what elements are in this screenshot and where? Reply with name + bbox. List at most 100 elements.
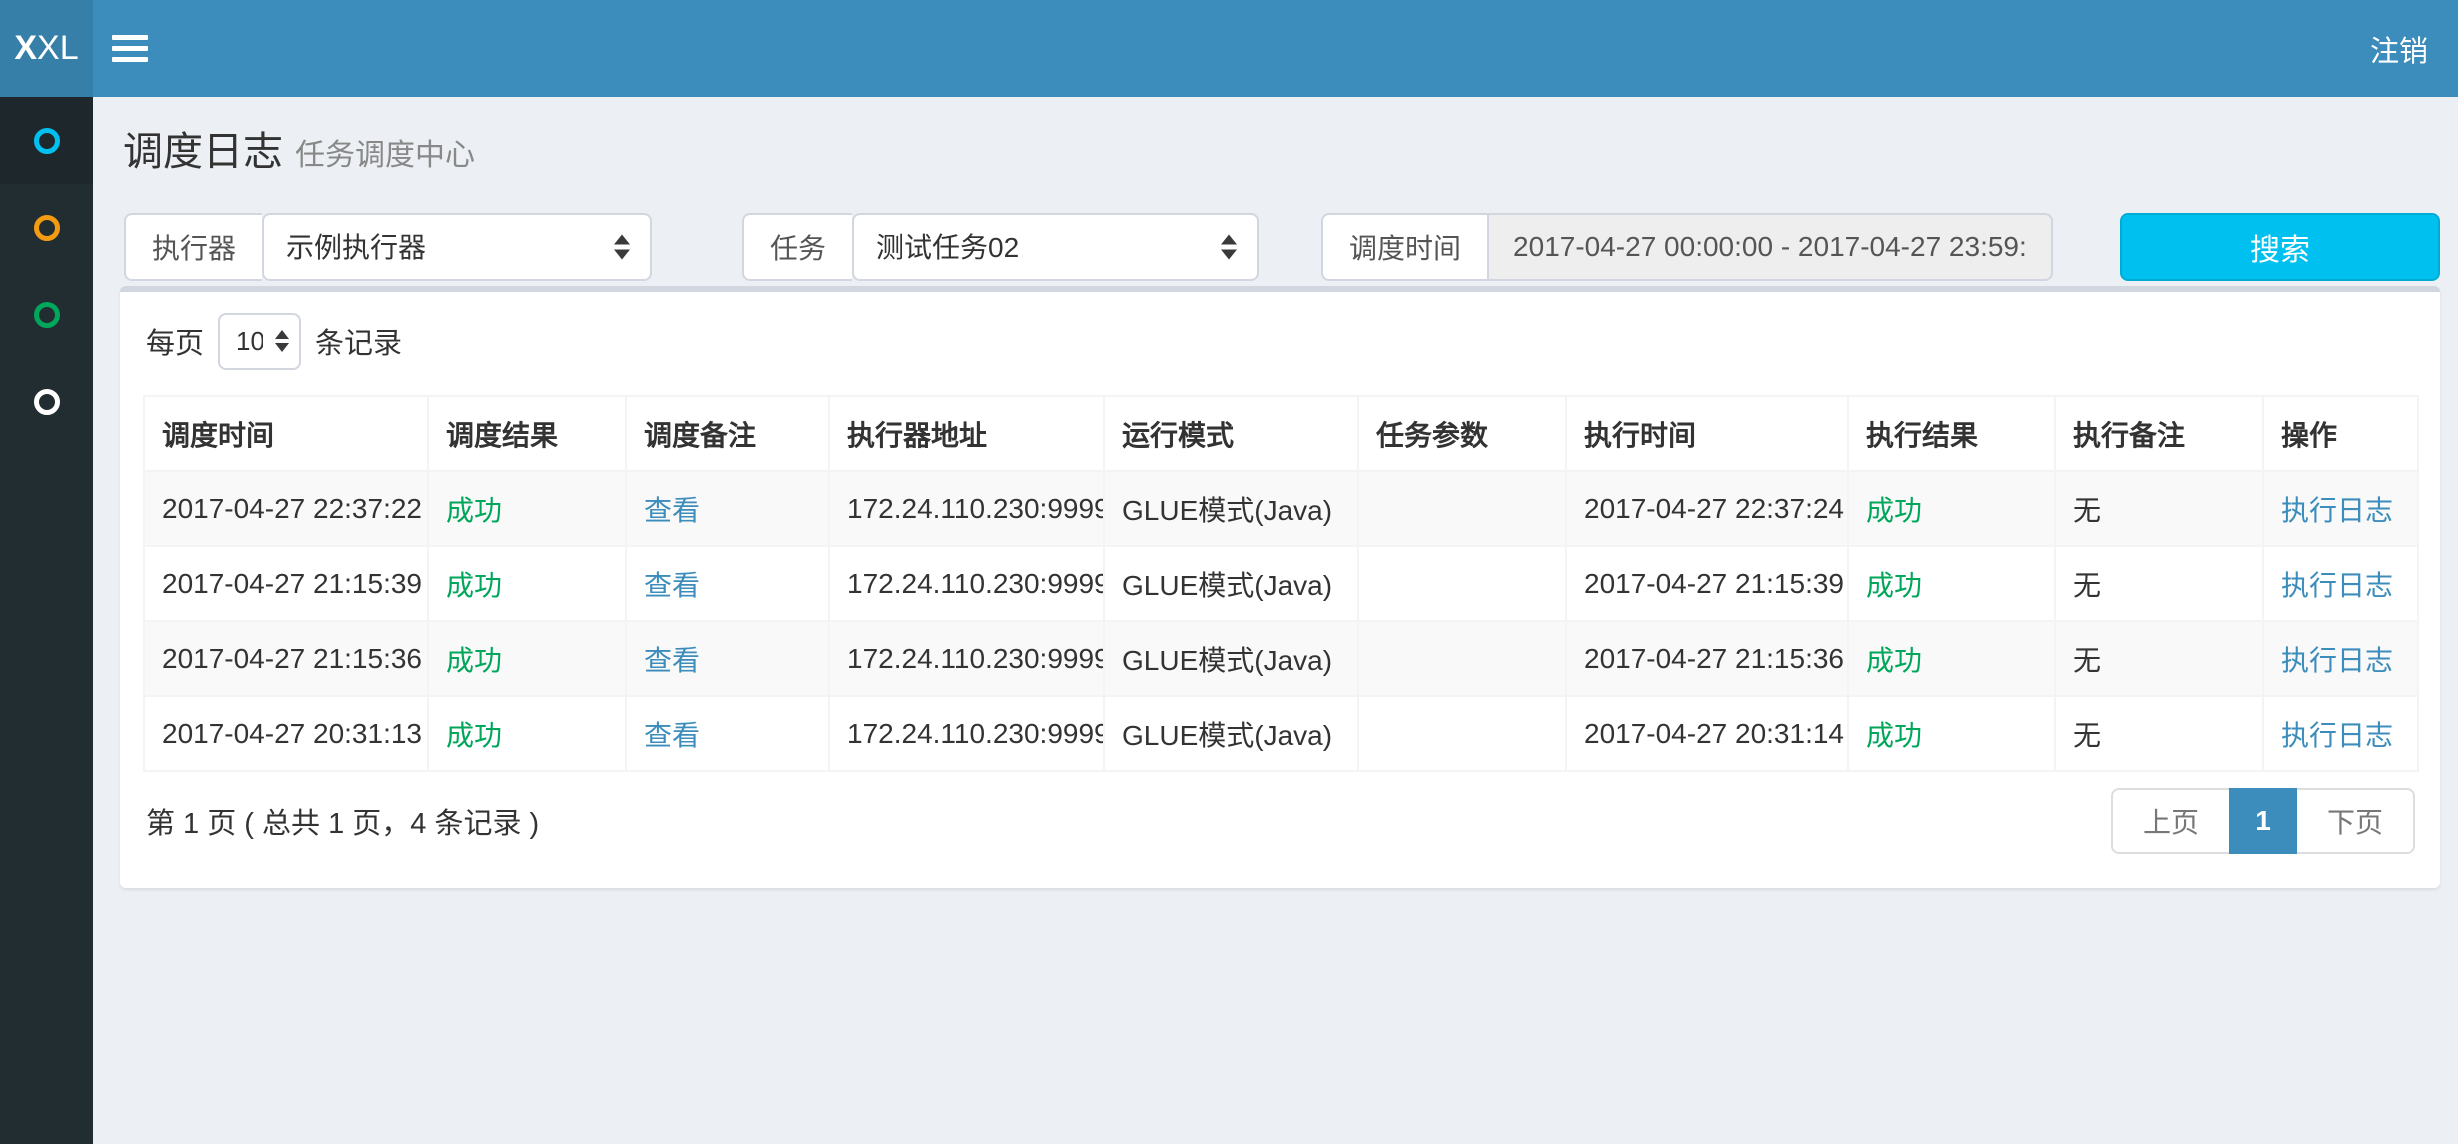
col-executor-address: 执行器地址 xyxy=(829,396,1104,471)
executor-address-cell: 172.24.110.230:9999 xyxy=(829,471,1104,546)
handle-result-cell: 成功 xyxy=(1848,471,2055,546)
job-param-cell xyxy=(1358,471,1566,546)
handle-time-cell: 2017-04-27 21:15:36 xyxy=(1566,621,1848,696)
circle-icon xyxy=(34,389,60,415)
col-action: 操作 xyxy=(2263,396,2418,471)
handle-msg-cell: 无 xyxy=(2055,696,2263,771)
col-trigger-time: 调度时间 xyxy=(144,396,428,471)
pagination: 上页 1 下页 xyxy=(2111,788,2415,854)
glue-type-cell: GLUE模式(Java) xyxy=(1104,471,1358,546)
table-row: 2017-04-27 20:31:13 成功 查看 172.24.110.230… xyxy=(144,696,2418,771)
sidebar-toggle-button[interactable] xyxy=(93,0,166,97)
glue-type-cell: GLUE模式(Java) xyxy=(1104,621,1358,696)
execution-log-link[interactable]: 执行日志 xyxy=(2281,645,2393,676)
handle-msg-cell: 无 xyxy=(2055,621,2263,696)
page-size-select-control[interactable]: 10 xyxy=(220,315,299,368)
filter-toolbar: 执行器 示例执行器 任务 测试任务02 调度时间 搜索 xyxy=(124,213,2440,281)
table-row: 2017-04-27 22:37:22 成功 查看 172.24.110.230… xyxy=(144,471,2418,546)
sidebar-item[interactable] xyxy=(0,358,93,445)
executor-address-cell: 172.24.110.230:9999 xyxy=(829,696,1104,771)
job-select-control[interactable]: 测试任务02 xyxy=(854,215,1257,279)
col-handle-result: 执行结果 xyxy=(1848,396,2055,471)
trigger-time-cell: 2017-04-27 21:15:39 xyxy=(144,546,428,621)
trigger-result-cell: 成功 xyxy=(428,546,626,621)
execution-log-link[interactable]: 执行日志 xyxy=(2281,720,2393,751)
handle-msg-cell: 无 xyxy=(2055,471,2263,546)
job-filter-group: 任务 测试任务02 xyxy=(742,213,1259,281)
trigger-result-cell: 成功 xyxy=(428,471,626,546)
executor-filter-group: 执行器 示例执行器 xyxy=(124,213,652,281)
search-button[interactable]: 搜索 xyxy=(2120,213,2440,281)
handle-result-cell: 成功 xyxy=(1848,696,2055,771)
col-job-param: 任务参数 xyxy=(1358,396,1566,471)
sidebar-item[interactable] xyxy=(0,97,93,184)
time-filter-label: 调度时间 xyxy=(1321,213,1487,281)
sidebar-item[interactable] xyxy=(0,184,93,271)
logo-text-bold: X xyxy=(14,29,37,68)
job-param-cell xyxy=(1358,696,1566,771)
prev-page-button[interactable]: 上页 xyxy=(2111,788,2231,854)
time-filter-group: 调度时间 xyxy=(1321,213,2053,281)
hamburger-icon xyxy=(112,35,148,62)
col-glue-type: 运行模式 xyxy=(1104,396,1358,471)
logo-text: XL xyxy=(37,29,79,68)
sidebar-item[interactable] xyxy=(0,271,93,358)
page-title-text: 调度日志 xyxy=(123,130,283,174)
table-row: 2017-04-27 21:15:36 成功 查看 172.24.110.230… xyxy=(144,621,2418,696)
trigger-time-cell: 2017-04-27 22:37:22 xyxy=(144,471,428,546)
view-trigger-msg-link[interactable]: 查看 xyxy=(644,495,700,526)
main-content: 调度日志任务调度中心 执行器 示例执行器 任务 测试任务02 调度时间 搜索 每… xyxy=(93,97,2458,1144)
log-panel: 每页 10 条记录 调度时间 调度结果 调度备注 执行器地址 运行模式 任务参数… xyxy=(120,286,2440,888)
circle-icon xyxy=(34,215,60,241)
handle-result-cell: 成功 xyxy=(1848,621,2055,696)
page-size-select[interactable]: 10 xyxy=(218,313,301,370)
col-trigger-msg: 调度备注 xyxy=(626,396,829,471)
handle-time-cell: 2017-04-27 22:37:24 xyxy=(1566,471,1848,546)
content-header: 调度日志任务调度中心 xyxy=(93,97,2458,180)
execution-log-link[interactable]: 执行日志 xyxy=(2281,570,2393,601)
executor-filter-label: 执行器 xyxy=(124,213,262,281)
page-size-prefix-label: 每页 xyxy=(146,320,204,362)
job-param-cell xyxy=(1358,621,1566,696)
next-page-button[interactable]: 下页 xyxy=(2295,788,2415,854)
executor-select-control[interactable]: 示例执行器 xyxy=(264,215,650,279)
table-footer: 第 1 页 ( 总共 1 页，4 条记录 ) 上页 1 下页 xyxy=(143,788,2417,854)
logout-link[interactable]: 注销 xyxy=(2340,0,2458,97)
col-trigger-result: 调度结果 xyxy=(428,396,626,471)
job-select[interactable]: 测试任务02 xyxy=(852,213,1259,281)
glue-type-cell: GLUE模式(Java) xyxy=(1104,546,1358,621)
executor-select[interactable]: 示例执行器 xyxy=(262,213,652,281)
view-trigger-msg-link[interactable]: 查看 xyxy=(644,645,700,676)
log-table: 调度时间 调度结果 调度备注 执行器地址 运行模式 任务参数 执行时间 执行结果… xyxy=(143,395,2419,772)
trigger-time-cell: 2017-04-27 21:15:36 xyxy=(144,621,428,696)
current-page-button[interactable]: 1 xyxy=(2229,788,2297,854)
col-handle-time: 执行时间 xyxy=(1566,396,1848,471)
col-handle-msg: 执行备注 xyxy=(2055,396,2263,471)
handle-result-cell: 成功 xyxy=(1848,546,2055,621)
glue-type-cell: GLUE模式(Java) xyxy=(1104,696,1358,771)
pagination-summary: 第 1 页 ( 总共 1 页，4 条记录 ) xyxy=(146,800,539,842)
view-trigger-msg-link[interactable]: 查看 xyxy=(644,720,700,751)
executor-address-cell: 172.24.110.230:9999 xyxy=(829,621,1104,696)
app-logo[interactable]: XXL xyxy=(0,0,93,97)
trigger-result-cell: 成功 xyxy=(428,696,626,771)
page-subtitle: 任务调度中心 xyxy=(295,139,475,172)
handle-msg-cell: 无 xyxy=(2055,546,2263,621)
trigger-result-cell: 成功 xyxy=(428,621,626,696)
page-size-row: 每页 10 条记录 xyxy=(146,312,2417,370)
execution-log-link[interactable]: 执行日志 xyxy=(2281,495,2393,526)
handle-time-cell: 2017-04-27 20:31:14 xyxy=(1566,696,1848,771)
circle-icon xyxy=(34,128,60,154)
top-navbar: XXL 注销 xyxy=(0,0,2458,97)
page-title: 调度日志任务调度中心 xyxy=(123,128,2440,180)
handle-time-cell: 2017-04-27 21:15:39 xyxy=(1566,546,1848,621)
view-trigger-msg-link[interactable]: 查看 xyxy=(644,570,700,601)
sidebar xyxy=(0,97,93,1144)
job-param-cell xyxy=(1358,546,1566,621)
circle-icon xyxy=(34,302,60,328)
table-row: 2017-04-27 21:15:39 成功 查看 172.24.110.230… xyxy=(144,546,2418,621)
executor-address-cell: 172.24.110.230:9999 xyxy=(829,546,1104,621)
trigger-time-cell: 2017-04-27 20:31:13 xyxy=(144,696,428,771)
trigger-time-range-input[interactable] xyxy=(1487,213,2053,281)
table-header-row: 调度时间 调度结果 调度备注 执行器地址 运行模式 任务参数 执行时间 执行结果… xyxy=(144,396,2418,471)
